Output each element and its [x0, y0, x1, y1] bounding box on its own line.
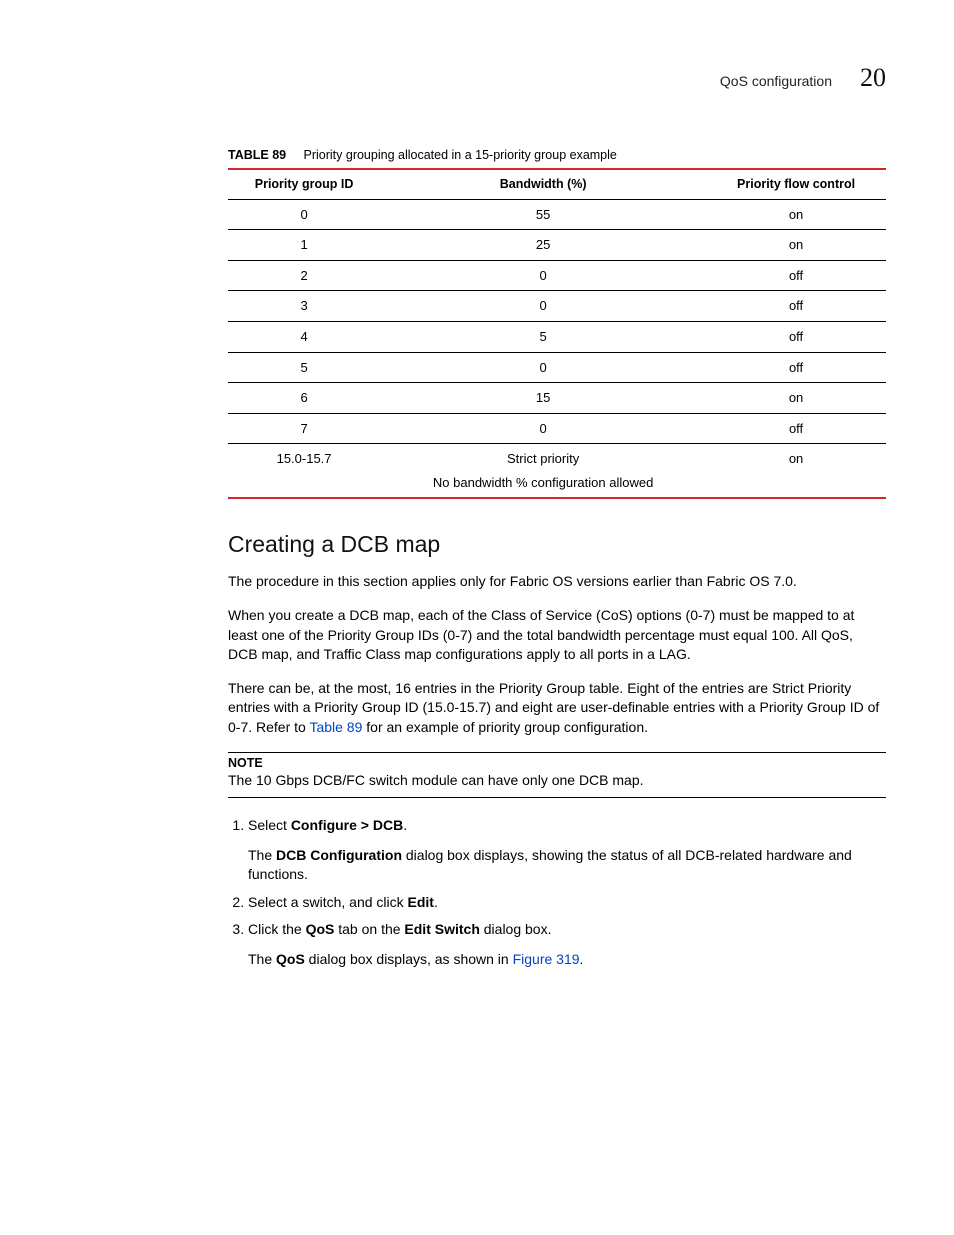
cell: 0 — [228, 199, 380, 230]
cell: off — [706, 413, 886, 444]
cell: off — [706, 322, 886, 353]
col-priority-flow-control: Priority flow control — [706, 169, 886, 199]
table-row-last: 15.0-15.7 Strict priority No bandwidth %… — [228, 444, 886, 498]
dialog-name: Edit Switch — [404, 921, 479, 937]
menu-path: Configure > DCB — [291, 817, 403, 833]
step-3: Click the QoS tab on the Edit Switch dia… — [248, 920, 886, 969]
cell: on — [706, 383, 886, 414]
text: The — [248, 847, 276, 863]
button-name: Edit — [408, 894, 434, 910]
cell: 0 — [380, 413, 706, 444]
text: . — [403, 817, 407, 833]
cell: 3 — [228, 291, 380, 322]
cell: 4 — [228, 322, 380, 353]
note-text: The 10 Gbps DCB/FC switch module can hav… — [228, 771, 886, 791]
text: . — [434, 894, 438, 910]
text: The — [248, 951, 276, 967]
text: Click the — [248, 921, 306, 937]
table-row: 3 0 off — [228, 291, 886, 322]
priority-group-table: Priority group ID Bandwidth (%) Priority… — [228, 168, 886, 497]
no-bandwidth-text: No bandwidth % configuration allowed — [384, 474, 702, 492]
paragraph: There can be, at the most, 16 entries in… — [228, 679, 886, 738]
chapter-number: 20 — [860, 60, 886, 95]
step-2: Select a switch, and click Edit. — [248, 893, 886, 913]
table-row: 1 25 on — [228, 230, 886, 261]
cell: 15 — [380, 383, 706, 414]
table-caption: TABLE 89 Priority grouping allocated in … — [228, 147, 886, 164]
cell: on — [706, 444, 886, 498]
table-row: 7 0 off — [228, 413, 886, 444]
table-89: Priority group ID Bandwidth (%) Priority… — [228, 168, 886, 499]
text: dialog box displays, as shown in — [305, 951, 513, 967]
text: . — [580, 951, 584, 967]
col-priority-group-id: Priority group ID — [228, 169, 380, 199]
text: Select a switch, and click — [248, 894, 408, 910]
cell: 5 — [228, 352, 380, 383]
table-row: 4 5 off — [228, 322, 886, 353]
paragraph: The procedure in this section applies on… — [228, 572, 886, 592]
section-heading: Creating a DCB map — [228, 529, 886, 560]
strict-priority-text: Strict priority — [384, 450, 702, 468]
page-header: QoS configuration 20 — [68, 60, 886, 95]
col-bandwidth: Bandwidth (%) — [380, 169, 706, 199]
step-1: Select Configure > DCB. The DCB Configur… — [248, 816, 886, 885]
note-label: NOTE — [228, 755, 886, 772]
cell: off — [706, 352, 886, 383]
table-row: 5 0 off — [228, 352, 886, 383]
figure-319-link[interactable]: Figure 319 — [513, 951, 580, 967]
cell: 2 — [228, 260, 380, 291]
dialog-name: QoS — [276, 951, 305, 967]
cell: off — [706, 291, 886, 322]
table-label: TABLE 89 — [228, 148, 286, 162]
cell: on — [706, 199, 886, 230]
cell: 6 — [228, 383, 380, 414]
cell: 55 — [380, 199, 706, 230]
header-title: QoS configuration — [720, 72, 832, 91]
table-caption-text: Priority grouping allocated in a 15-prio… — [304, 148, 617, 162]
step-body: The DCB Configuration dialog box display… — [248, 846, 886, 885]
cell: Strict priority No bandwidth % configura… — [380, 444, 706, 498]
cell: 25 — [380, 230, 706, 261]
text: tab on the — [334, 921, 404, 937]
page-content: TABLE 89 Priority grouping allocated in … — [228, 147, 886, 969]
table-row: 6 15 on — [228, 383, 886, 414]
cell: 7 — [228, 413, 380, 444]
step-body: The QoS dialog box displays, as shown in… — [248, 950, 886, 970]
cell: on — [706, 230, 886, 261]
table-header-row: Priority group ID Bandwidth (%) Priority… — [228, 169, 886, 199]
text: dialog box. — [480, 921, 552, 937]
cell: 0 — [380, 260, 706, 291]
tab-name: QoS — [306, 921, 335, 937]
paragraph: When you create a DCB map, each of the C… — [228, 606, 886, 665]
procedure-list: Select Configure > DCB. The DCB Configur… — [228, 816, 886, 970]
dialog-name: DCB Configuration — [276, 847, 402, 863]
text: Select — [248, 817, 291, 833]
text: for an example of priority group configu… — [362, 719, 648, 735]
table-row: 2 0 off — [228, 260, 886, 291]
cell: 0 — [380, 352, 706, 383]
cell: 5 — [380, 322, 706, 353]
cell: 1 — [228, 230, 380, 261]
note-block: NOTE The 10 Gbps DCB/FC switch module ca… — [228, 752, 886, 798]
table-row: 0 55 on — [228, 199, 886, 230]
table-89-link[interactable]: Table 89 — [309, 719, 362, 735]
cell: 0 — [380, 291, 706, 322]
cell: 15.0-15.7 — [228, 444, 380, 498]
cell: off — [706, 260, 886, 291]
